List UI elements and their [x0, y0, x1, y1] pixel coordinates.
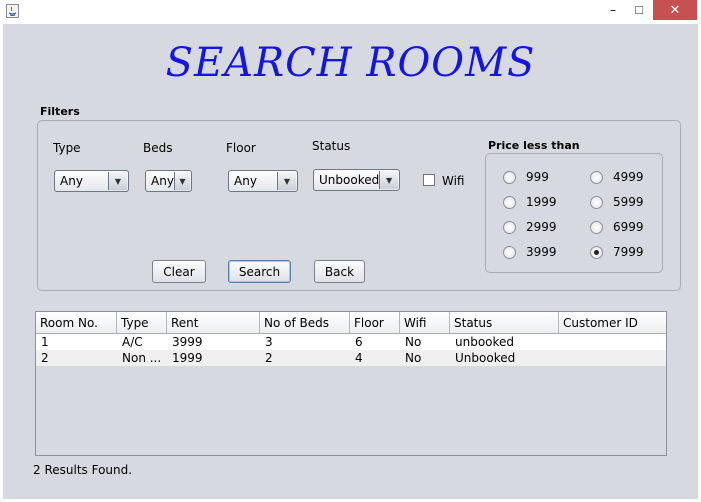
- chevron-down-icon: ▼: [277, 172, 296, 190]
- price-radio-label: 7999: [613, 245, 644, 259]
- column-header-floor[interactable]: Floor: [350, 312, 400, 333]
- column-header-wifi[interactable]: Wifi: [400, 312, 450, 333]
- type-select[interactable]: Any ▼: [54, 170, 129, 192]
- price-radio-label: 3999: [526, 245, 557, 259]
- price-radio-label: 1999: [526, 195, 557, 209]
- table-cell: Unbooked: [455, 351, 516, 365]
- search-button[interactable]: Search: [228, 260, 291, 283]
- radio-icon: [590, 220, 603, 234]
- back-button[interactable]: Back: [314, 260, 365, 283]
- floor-label: Floor: [226, 141, 256, 155]
- table-cell: [559, 350, 666, 366]
- price-radio-label: 4999: [613, 170, 644, 184]
- radio-icon: [503, 170, 516, 184]
- price-radio-label: 6999: [613, 220, 644, 234]
- price-radio-7999[interactable]: 7999: [590, 245, 644, 259]
- table-cell: 1999: [172, 351, 203, 365]
- radio-icon: [590, 195, 603, 209]
- table-cell: 3999: [172, 335, 203, 349]
- wifi-checkbox[interactable]: [423, 174, 435, 186]
- chevron-down-icon: ▼: [379, 171, 398, 189]
- window-title-bar: [0, 0, 701, 24]
- radio-icon: [590, 170, 603, 184]
- price-radio-6999[interactable]: 6999: [590, 220, 644, 234]
- column-header-status[interactable]: Status: [450, 312, 559, 333]
- table-cell: 3: [265, 335, 273, 349]
- filters-label: Filters: [40, 105, 80, 118]
- chevron-down-icon: ▼: [108, 172, 127, 190]
- column-header-rent[interactable]: Rent: [167, 312, 260, 333]
- minimize-icon: –: [610, 3, 616, 17]
- radio-icon-selected: [590, 245, 603, 259]
- close-icon: ✕: [669, 2, 681, 18]
- maximize-button[interactable]: ☐: [627, 0, 651, 20]
- page-title: SEARCH ROOMS: [165, 40, 536, 86]
- status-select-value: Unbooked: [319, 173, 380, 187]
- price-radio-1999[interactable]: 1999: [503, 195, 557, 209]
- table-cell: unbooked: [455, 335, 515, 349]
- floor-select-value: Any: [234, 174, 257, 188]
- type-select-value: Any: [60, 174, 83, 188]
- radio-icon: [503, 245, 516, 259]
- floor-select[interactable]: Any ▼: [228, 170, 298, 192]
- radio-icon: [503, 195, 516, 209]
- price-radio-2999[interactable]: 2999: [503, 220, 557, 234]
- maximize-icon: ☐: [634, 3, 644, 17]
- table-cell: No: [405, 351, 422, 365]
- table-row[interactable]: 1 A/C 3999 3 6 No unbooked: [36, 334, 666, 350]
- table-header: Room No. Type Rent No of Beds Floor Wifi…: [36, 312, 666, 334]
- price-radio-label: 999: [526, 170, 549, 184]
- chevron-down-icon: ▼: [173, 172, 190, 190]
- close-button[interactable]: ✕: [653, 0, 697, 20]
- status-select[interactable]: Unbooked ▼: [313, 169, 400, 191]
- beds-select-value: Any: [151, 174, 174, 188]
- table-cell: Non ...: [122, 351, 162, 365]
- column-header-customer-id[interactable]: Customer ID: [559, 312, 666, 333]
- status-label: Status: [312, 139, 351, 153]
- table-cell: 1: [41, 335, 49, 349]
- beds-select[interactable]: Any ▼: [145, 170, 192, 192]
- type-label: Type: [53, 141, 81, 155]
- price-radio-label: 2999: [526, 220, 557, 234]
- results-table[interactable]: Room No. Type Rent No of Beds Floor Wifi…: [35, 311, 667, 456]
- beds-label: Beds: [143, 141, 173, 155]
- table-cell: No: [405, 335, 422, 349]
- radio-dot-icon: [594, 249, 599, 255]
- table-cell: 6: [355, 335, 363, 349]
- column-header-type[interactable]: Type: [117, 312, 167, 333]
- table-cell: 2: [265, 351, 273, 365]
- column-header-beds[interactable]: No of Beds: [260, 312, 350, 333]
- price-radio-999[interactable]: 999: [503, 170, 549, 184]
- table-cell: [559, 334, 666, 350]
- table-cell: 4: [355, 351, 363, 365]
- price-radio-5999[interactable]: 5999: [590, 195, 644, 209]
- table-row[interactable]: 2 Non ... 1999 2 4 No Unbooked: [36, 350, 666, 366]
- table-cell: A/C: [122, 335, 143, 349]
- price-radio-4999[interactable]: 4999: [590, 170, 644, 184]
- column-header-room-no[interactable]: Room No.: [36, 312, 117, 333]
- price-radio-3999[interactable]: 3999: [503, 245, 557, 259]
- price-title: Price less than: [488, 139, 580, 152]
- price-radio-label: 5999: [613, 195, 644, 209]
- wifi-label: Wifi: [442, 174, 465, 188]
- clear-button[interactable]: Clear: [152, 260, 206, 283]
- table-body: 1 A/C 3999 3 6 No unbooked 2 Non ... 199…: [36, 334, 666, 366]
- table-cell: 2: [41, 351, 49, 365]
- java-app-icon: [6, 4, 19, 18]
- results-count: 2 Results Found.: [33, 463, 133, 477]
- minimize-button[interactable]: –: [600, 0, 626, 20]
- radio-icon: [503, 220, 516, 234]
